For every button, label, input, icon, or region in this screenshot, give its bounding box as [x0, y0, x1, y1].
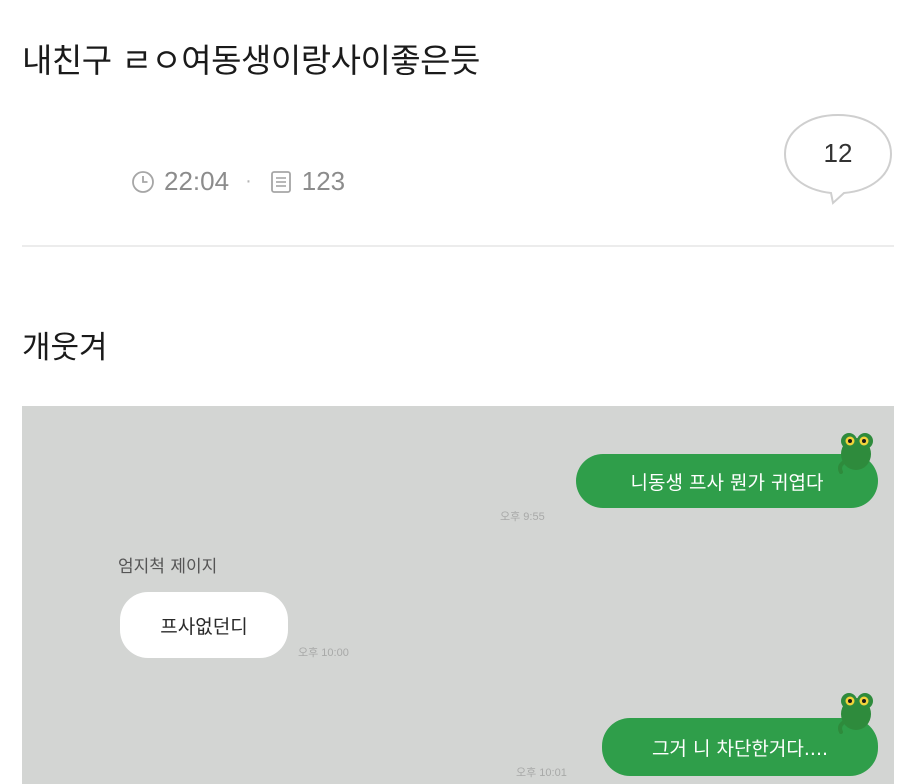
meta-separator: · — [245, 170, 252, 192]
chat-screenshot: 니동생 프사 뭔가 귀엽다 오후 9:55 엄지척 제이지 프사없던디 오후 1… — [22, 406, 894, 784]
green-frog-sticker-icon — [832, 688, 876, 734]
sender-name: 엄지척 제이지 — [118, 557, 218, 577]
post-time: 22:04 — [164, 166, 230, 196]
message-time: 오후 9:55 — [500, 511, 545, 523]
green-frog-sticker-icon — [832, 428, 876, 474]
comment-count: 12 — [823, 138, 853, 168]
post-title: 내친구 ㄹㅇ여동생이랑사이좋은듯 — [22, 41, 480, 80]
clock-icon — [130, 169, 156, 195]
incoming-message: 프사없던디 — [120, 592, 288, 658]
document-icon — [268, 169, 294, 195]
post-page: 내친구 ㄹㅇ여동생이랑사이좋은듯 22:04 · 123 12 개웃겨 니동생 … — [0, 0, 900, 784]
message-time: 오후 10:01 — [516, 767, 567, 779]
post-body: 개웃겨 — [22, 330, 108, 366]
post-meta: 22:04 · 123 — [130, 166, 345, 197]
divider — [22, 245, 894, 247]
comment-count-button[interactable]: 12 — [782, 112, 894, 206]
post-views: 123 — [301, 166, 346, 196]
message-time: 오후 10:00 — [298, 647, 349, 659]
